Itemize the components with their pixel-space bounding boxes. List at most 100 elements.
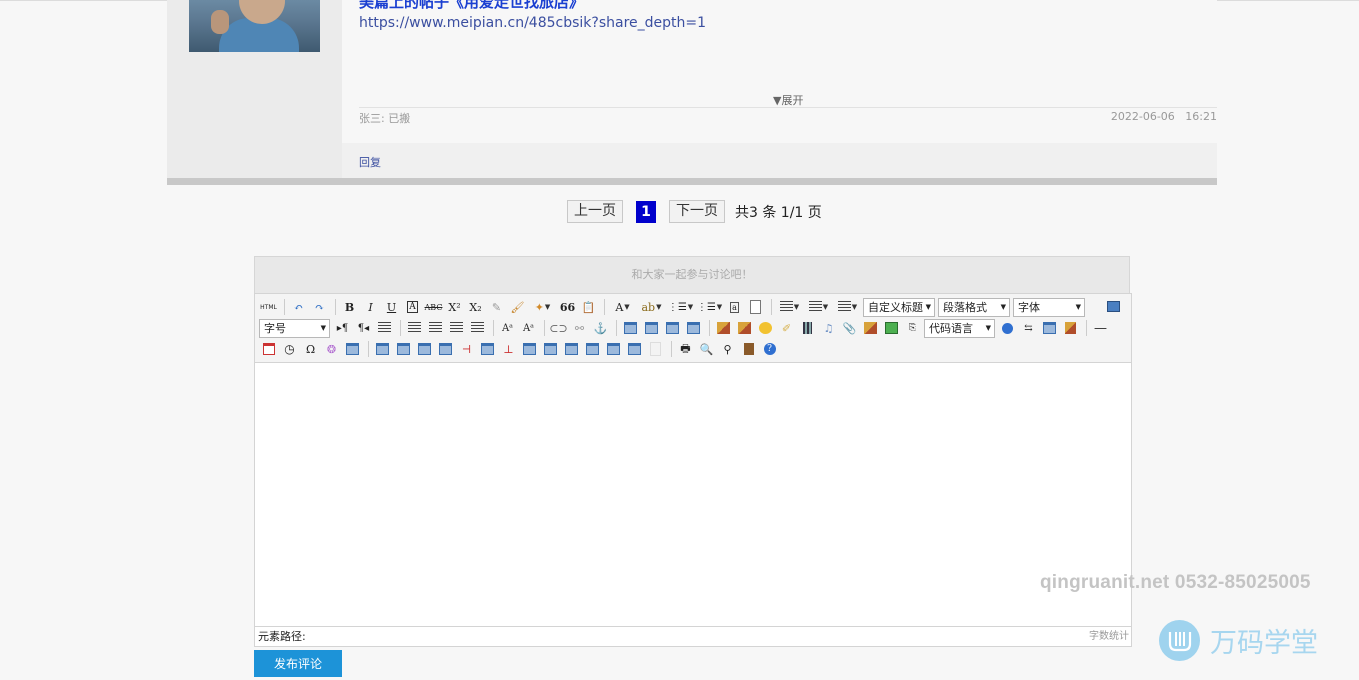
editor-content-area[interactable]: [255, 363, 1131, 626]
search-replace-doc-icon[interactable]: [343, 340, 362, 358]
ordered-list-icon[interactable]: ⋮☰ ▼: [667, 298, 694, 316]
image-none-icon[interactable]: [621, 319, 640, 337]
select-all-icon[interactable]: a: [725, 298, 744, 316]
merge-cells-icon[interactable]: [520, 340, 539, 358]
align-justify-icon[interactable]: [468, 319, 487, 337]
format-brush-icon[interactable]: 🖌: [508, 298, 527, 316]
to-lowercase-icon[interactable]: Aᵃ: [519, 319, 538, 337]
to-uppercase-icon[interactable]: Aᵃ: [498, 319, 517, 337]
web-page-icon[interactable]: [998, 319, 1017, 337]
underline-icon[interactable]: U: [382, 298, 401, 316]
image-right-icon[interactable]: [663, 319, 682, 337]
expand-button[interactable]: ▼展开: [773, 92, 803, 108]
search-replace-icon[interactable]: ⚲: [718, 340, 737, 358]
italic-icon[interactable]: I: [361, 298, 380, 316]
paragraph-format-select[interactable]: 段落格式 ▼: [938, 297, 1010, 317]
insert-col-icon[interactable]: [478, 340, 497, 358]
brand-logo-icon: [1159, 620, 1200, 661]
attachment-icon[interactable]: 📎: [840, 319, 859, 337]
current-page[interactable]: 1: [636, 200, 656, 223]
line-height-icon[interactable]: ▼: [834, 298, 861, 316]
font-color-icon[interactable]: A ▼: [609, 298, 636, 316]
background-color-icon[interactable]: ab ▼: [638, 298, 665, 316]
indent-icon[interactable]: [375, 319, 394, 337]
eraser-icon[interactable]: ✎: [487, 298, 506, 316]
emotion-icon[interactable]: [756, 319, 775, 337]
special-chars-icon[interactable]: Ω: [301, 340, 320, 358]
align-right-icon[interactable]: [447, 319, 466, 337]
font-family-select[interactable]: 字体 ▼: [1013, 297, 1085, 317]
unlink-icon[interactable]: ⚯: [570, 319, 589, 337]
align-center-icon[interactable]: [426, 319, 445, 337]
undo-icon[interactable]: ↶: [289, 298, 308, 316]
split-to-cols-icon[interactable]: [625, 340, 644, 358]
print-icon[interactable]: 🖶: [676, 340, 695, 358]
image-center-icon[interactable]: [684, 319, 703, 337]
insert-code-icon[interactable]: ⎘: [903, 319, 922, 337]
map-icon[interactable]: [882, 319, 901, 337]
drafts-icon[interactable]: [739, 340, 758, 358]
submit-comment-button[interactable]: 发布评论: [254, 650, 342, 677]
insert-paragraph-before-table-icon[interactable]: [415, 340, 434, 358]
align-left-icon[interactable]: [405, 319, 424, 337]
horizontal-rule-icon[interactable]: —: [1091, 319, 1110, 337]
redo-icon[interactable]: ↷: [310, 298, 329, 316]
font-border-icon[interactable]: A: [403, 298, 422, 316]
code-language-select[interactable]: 代码语言 ▼: [924, 318, 995, 338]
chart-icon[interactable]: [646, 340, 665, 358]
merge-down-icon[interactable]: [562, 340, 581, 358]
unordered-list-icon[interactable]: ⋮☰ ▼: [696, 298, 723, 316]
post-link[interactable]: https://www.meipian.cn/485cbsik?share_de…: [359, 15, 706, 31]
preview-icon[interactable]: 🔍: [697, 340, 716, 358]
rtl-direction-icon[interactable]: ¶◂: [354, 319, 373, 337]
subscript-icon[interactable]: X₂: [466, 298, 485, 316]
delete-row-icon[interactable]: ⊣: [457, 340, 476, 358]
wordimage-icon[interactable]: ❂: [322, 340, 341, 358]
row-spacing-bottom-icon[interactable]: ▼: [805, 298, 832, 316]
superscript-icon[interactable]: X²: [445, 298, 464, 316]
split-to-rows-icon[interactable]: [604, 340, 623, 358]
ltr-direction-icon[interactable]: ▸¶: [333, 319, 352, 337]
delete-table-icon[interactable]: [394, 340, 413, 358]
auto-typeset-icon[interactable]: ✦ ▼: [529, 298, 556, 316]
blockquote-icon[interactable]: 66: [558, 298, 577, 316]
image-left-icon[interactable]: [642, 319, 661, 337]
watermark-logo: 万码学堂: [1159, 620, 1318, 661]
anchor-icon[interactable]: ⚓: [591, 319, 610, 337]
date-icon[interactable]: [259, 340, 278, 358]
insert-row-icon[interactable]: [436, 340, 455, 358]
paste-text-icon[interactable]: 📋: [579, 298, 598, 316]
reply-link[interactable]: 回复: [359, 154, 381, 170]
post-title[interactable]: 美篇上的帖子《用爱走世找旅店》: [359, 0, 584, 12]
insert-image-icon[interactable]: [735, 319, 754, 337]
next-page-button[interactable]: 下一页: [669, 200, 725, 223]
bold-icon[interactable]: B: [340, 298, 359, 316]
delete-col-icon[interactable]: ⊥: [499, 340, 518, 358]
clear-doc-icon[interactable]: [746, 298, 765, 316]
rich-text-editor: HTML ↶ ↷ B I U A ABC X² X₂ ✎ 🖌 ✦ ▼ 66 📋 A…: [254, 293, 1132, 647]
prev-page-button[interactable]: 上一页: [567, 200, 623, 223]
simple-upload-icon[interactable]: [714, 319, 733, 337]
scrawl-icon[interactable]: ✐: [777, 319, 796, 337]
link-icon[interactable]: ⊂⊃: [549, 319, 568, 337]
template-icon[interactable]: [1040, 319, 1059, 337]
custom-heading-select[interactable]: 自定义标题 ▼: [863, 297, 935, 317]
insert-frame-icon[interactable]: [861, 319, 880, 337]
row-spacing-top-icon[interactable]: ▼: [776, 298, 803, 316]
font-size-select[interactable]: 字号 ▼: [259, 318, 330, 338]
split-to-cells-icon[interactable]: [583, 340, 602, 358]
insert-music-icon[interactable]: ♫: [819, 319, 838, 337]
insert-video-icon[interactable]: [798, 319, 817, 337]
insert-table-icon[interactable]: [373, 340, 392, 358]
background-icon[interactable]: [1061, 319, 1080, 337]
page-break-icon[interactable]: ⇆: [1019, 319, 1038, 337]
time-icon[interactable]: ◷: [280, 340, 299, 358]
fullscreen-icon[interactable]: [1104, 297, 1123, 315]
avatar[interactable]: [189, 0, 320, 52]
post-timestamp: 2022-06-06 16:21: [1111, 110, 1217, 123]
help-icon[interactable]: ?: [760, 340, 779, 358]
merge-right-icon[interactable]: [541, 340, 560, 358]
strikethrough-icon[interactable]: ABC: [424, 298, 443, 316]
discussion-prompt: 和大家一起参与讨论吧！: [254, 256, 1130, 294]
html-source-button[interactable]: HTML: [259, 298, 278, 316]
